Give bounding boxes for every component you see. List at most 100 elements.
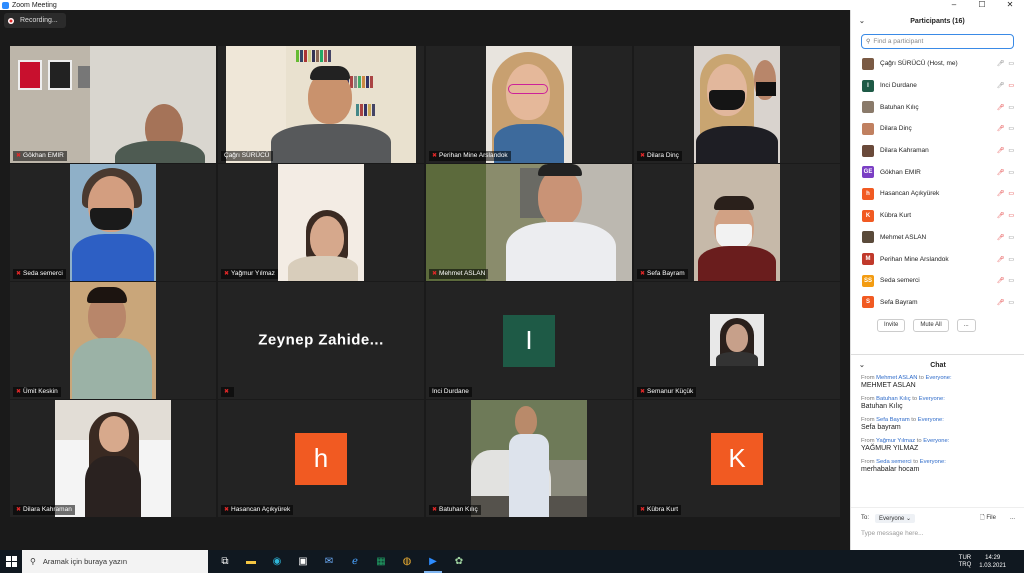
participant-row[interactable]: SS Seda semerci 🎤︎ ▭ [851, 270, 1024, 292]
video-tile-semanur[interactable]: ✖ Semanur Küçük [634, 282, 840, 399]
video-tile-mehmet[interactable]: ✖ Mehmet ASLAN [426, 164, 632, 281]
video-icon[interactable]: ▭ [1008, 277, 1014, 284]
chat-sender[interactable]: Seda semerci [876, 459, 911, 465]
video-tile-seda[interactable]: ✖ Seda semerci [10, 164, 216, 281]
video-icon[interactable]: ▭ [1008, 60, 1014, 67]
video-icon[interactable]: ▭ [1008, 104, 1014, 111]
video-icon[interactable]: ▭ [1008, 299, 1014, 306]
file-explorer-icon[interactable]: ▬ [238, 550, 264, 573]
participant-row[interactable]: Dilara Kahraman 🎤︎ ▭ [851, 140, 1024, 162]
video-tile-yagmur[interactable]: ✖ Yağmur Yılmaz [218, 164, 424, 281]
start-button[interactable] [0, 550, 22, 573]
video-icon[interactable]: ▭ [1008, 147, 1014, 154]
taskbar-search-input[interactable]: ⚲ Aramak için buraya yazın [22, 550, 208, 573]
participant-row[interactable]: h Hasancan Açıkyürek 🎤︎ ▭ [851, 183, 1024, 205]
chat-recipient[interactable]: Everyone: [923, 438, 949, 444]
minimize-button[interactable]: – [940, 0, 968, 10]
chat-sender[interactable]: Mehmet ASLAN [876, 375, 917, 381]
app-icon[interactable]: ✿ [446, 550, 472, 573]
video-tile-inci[interactable]: I Inci Durdane [426, 282, 632, 399]
chrome-icon[interactable]: ◍ [394, 550, 420, 573]
video-tile-hasancan[interactable]: h ✖ Hasancan Açıkyürek [218, 400, 424, 517]
tile-name-label: ✖ Dilara Dinç [637, 151, 682, 161]
participant-row[interactable]: K Kübra Kurt 🎤︎ ▭ [851, 205, 1024, 227]
internet-explorer-icon[interactable]: ℯ [342, 550, 368, 573]
mic-icon[interactable]: 🎤︎ [997, 60, 1005, 67]
mic-muted-icon[interactable]: 🎤︎ [997, 234, 1005, 241]
video-icon[interactable]: ▭ [1008, 169, 1014, 176]
video-tile-kubra[interactable]: K ✖ Kübra Kurt [634, 400, 840, 517]
participant-row[interactable]: S Sefa Bayram 🎤︎ ▭ [851, 292, 1024, 314]
more-options-button[interactable]: ... [956, 319, 976, 333]
store-icon[interactable]: ▣ [290, 550, 316, 573]
participant-row[interactable]: M Perihan Mine Arslandok 🎤︎ ▭ [851, 248, 1024, 270]
video-icon[interactable]: ▭ [1008, 125, 1014, 132]
participant-row[interactable]: Mehmet ASLAN 🎤︎ ▭ [851, 227, 1024, 249]
video-tile-perihan[interactable]: ✖ Perihan Mine Arslandok [426, 46, 632, 163]
video-tile-batuhan[interactable]: ✖ Batuhan Kılıç [426, 400, 632, 517]
video-off-icon[interactable]: ▭ [1008, 212, 1014, 219]
windows-logo-icon [5, 556, 17, 567]
mic-muted-icon[interactable]: 🎤︎ [997, 125, 1005, 132]
participant-avatar: S [862, 296, 874, 309]
close-button[interactable]: ✕ [996, 0, 1024, 10]
windows-taskbar: ⚲ Aramak için buraya yazın ⧉ ▬ ◉ ▣ ✉ ℯ ▦… [0, 550, 1024, 573]
chat-sender[interactable]: Yağmur Yılmaz [876, 438, 915, 444]
participant-row[interactable]: Dilara Dinç 🎤︎ ▭ [851, 118, 1024, 140]
collapse-chevron-icon[interactable]: ⌄ [859, 17, 865, 25]
mic-muted-icon[interactable]: 🎤︎ [997, 190, 1005, 197]
mic-muted-icon[interactable]: 🎤︎ [997, 169, 1005, 176]
mute-all-button[interactable]: Mute All [913, 319, 949, 333]
video-tile-dilara-kahraman[interactable]: ✖ Dilara Kahraman [10, 400, 216, 517]
mic-muted-icon[interactable]: 🎤︎ [997, 277, 1005, 284]
camera-feed [694, 46, 780, 163]
mic-icon[interactable]: 🎤︎ [997, 82, 1005, 89]
collapse-chevron-icon[interactable]: ⌄ [859, 361, 865, 369]
task-view-icon[interactable]: ⧉ [212, 550, 238, 573]
tile-name-label: ✖ Mehmet ASLAN [429, 269, 489, 279]
edge-icon[interactable]: ◉ [264, 550, 290, 573]
video-off-icon[interactable]: ▭ [1008, 190, 1014, 197]
mic-muted-icon[interactable]: 🎤︎ [997, 212, 1005, 219]
chat-recipient[interactable]: Everyone: [918, 417, 944, 423]
camera-feed [70, 282, 156, 399]
chat-recipient[interactable]: Everyone: [920, 459, 946, 465]
chat-recipient[interactable]: Everyone: [919, 396, 945, 402]
video-tile-sefa[interactable]: ✖ Sefa Bayram [634, 164, 840, 281]
file-button[interactable]: 🗋 File [980, 513, 996, 523]
excel-icon[interactable]: ▦ [368, 550, 394, 573]
recipient-select[interactable]: Everyone ⌄ [875, 513, 916, 523]
mic-muted-icon[interactable]: 🎤︎ [997, 104, 1005, 111]
video-tile-zeynep[interactable]: Zeynep Zahide... ✖ [218, 282, 424, 399]
video-icon[interactable]: ▭ [1008, 234, 1014, 241]
maximize-button[interactable]: ☐ [968, 0, 996, 10]
participant-search-input[interactable]: ⚲ Find a participant [861, 34, 1014, 49]
video-tile-umit[interactable]: ✖ Ümit Keskin [10, 282, 216, 399]
video-tile-dilara-dinc[interactable]: ✖ Dilara Dinç [634, 46, 840, 163]
language-indicator[interactable]: TUR TRQ [959, 555, 972, 569]
participant-row[interactable]: Çağrı SÜRÜCÜ (Host, me) 🎤︎ ▭ [851, 53, 1024, 75]
video-icon[interactable]: ▭ [1008, 256, 1014, 263]
chat-sender[interactable]: Batuhan Kılıç [876, 396, 910, 402]
chat-message: From Batuhan Kılıç to Everyone: Batuhan K… [851, 396, 1024, 410]
chat-sender[interactable]: Sefa Bayram [876, 417, 910, 423]
mic-muted-icon[interactable]: 🎤︎ [997, 256, 1005, 263]
mic-muted-icon[interactable]: 🎤︎ [997, 147, 1005, 154]
invite-button[interactable]: Invite [877, 319, 906, 333]
participant-row[interactable]: I Inci Durdane 🎤︎ ▭ [851, 75, 1024, 97]
chat-message: From Seda semerci to Everyone: merhabalar… [851, 459, 1024, 473]
mic-muted-icon[interactable]: 🎤︎ [997, 299, 1005, 306]
participant-row[interactable]: GE Gökhan EMIR 🎤︎ ▭ [851, 161, 1024, 183]
chat-recipient[interactable]: Everyone: [926, 375, 952, 381]
zoom-icon[interactable]: ▶ [420, 550, 446, 573]
video-off-icon[interactable]: ▭ [1008, 82, 1014, 89]
mic-muted-icon: ✖ [640, 389, 646, 395]
mail-icon[interactable]: ✉ [316, 550, 342, 573]
video-tile-gokhan[interactable]: ✖ Gökhan EMIR [10, 46, 216, 163]
chat-more-button[interactable]: ... [1010, 515, 1015, 521]
participant-row[interactable]: Batuhan Kılıç 🎤︎ ▭ [851, 96, 1024, 118]
clock[interactable]: 14:29 1.03.2021 [979, 554, 1006, 570]
recording-indicator[interactable]: Recording... [4, 13, 66, 28]
chat-message-input[interactable]: Type message here... [851, 523, 1024, 537]
video-tile-cagri[interactable]: Çağrı SÜRÜCÜ [218, 46, 424, 163]
